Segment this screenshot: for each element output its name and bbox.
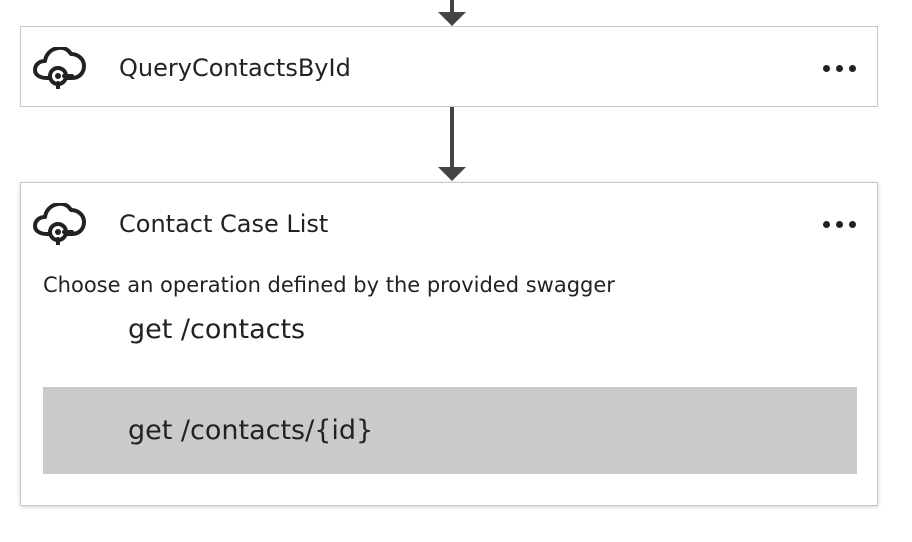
step-card-title: Contact Case List xyxy=(119,210,329,238)
operation-list: get /contacts get /contacts/{id} xyxy=(43,307,857,474)
more-options-dot xyxy=(849,221,856,228)
more-options-icon[interactable] xyxy=(819,61,859,77)
more-options-dot xyxy=(823,221,830,228)
middle-connector-line xyxy=(450,107,454,168)
step-card-title: QueryContactsById xyxy=(119,54,351,82)
operation-option-get-contacts[interactable]: get /contacts xyxy=(43,307,857,387)
cloud-connector-icon xyxy=(33,203,86,245)
top-incoming-arrow-head xyxy=(438,12,466,26)
contact-case-list-step-card[interactable]: Contact Case List Choose an operation de… xyxy=(20,182,878,506)
more-options-dot xyxy=(849,65,856,72)
more-options-icon[interactable] xyxy=(819,217,859,233)
operation-option-get-contact-by-id[interactable]: get /contacts/{id} xyxy=(43,387,857,474)
operation-option-label: get /contacts xyxy=(128,314,306,345)
cloud-connector-icon xyxy=(33,47,86,89)
step-card-header[interactable]: QueryContactsById xyxy=(21,27,877,109)
more-options-dot xyxy=(823,65,830,72)
more-options-dot xyxy=(836,221,843,228)
more-options-dot xyxy=(836,65,843,72)
middle-arrow-head xyxy=(438,167,466,181)
operation-prompt: Choose an operation defined by the provi… xyxy=(43,273,615,297)
operation-option-label: get /contacts/{id} xyxy=(128,415,374,446)
step-card-header[interactable]: Contact Case List xyxy=(21,183,877,265)
top-incoming-connector-line xyxy=(450,0,454,12)
query-contacts-by-id-step-card[interactable]: QueryContactsById xyxy=(20,26,878,107)
